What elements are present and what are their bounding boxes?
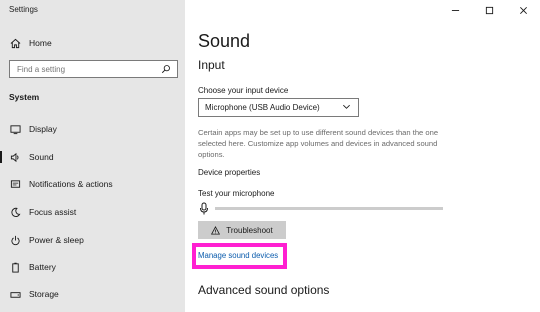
close-icon	[519, 6, 527, 14]
window-controls	[438, 0, 540, 20]
speaker-icon	[9, 151, 21, 163]
microphone-icon	[198, 201, 210, 215]
sidebar: Settings Home System Display Sound	[0, 0, 185, 312]
main-content: Sound Input Choose your input device Mic…	[185, 0, 540, 312]
advanced-sound-options-heading: Advanced sound options	[198, 283, 330, 297]
device-properties-link[interactable]: Device properties	[198, 168, 260, 177]
sidebar-item-label: Notifications & actions	[29, 179, 113, 189]
manage-sound-devices-link[interactable]: Manage sound devices	[198, 251, 278, 260]
sidebar-item-battery[interactable]: Battery	[0, 256, 185, 278]
sidebar-item-label: Focus assist	[29, 207, 77, 217]
search-input[interactable]	[10, 64, 158, 74]
display-icon	[9, 123, 21, 135]
sidebar-item-storage[interactable]: Storage	[0, 283, 185, 305]
sidebar-item-label: Power & sleep	[29, 235, 84, 245]
chevron-down-icon	[342, 102, 351, 113]
minimize-icon	[451, 9, 459, 11]
sidebar-item-label: Home	[29, 38, 52, 48]
warning-icon	[211, 225, 221, 235]
home-icon	[9, 37, 21, 49]
sidebar-item-label: Battery	[29, 262, 56, 272]
minimize-button[interactable]	[438, 0, 472, 20]
sidebar-item-focus-assist[interactable]: Focus assist	[0, 201, 185, 223]
maximize-icon	[485, 6, 493, 14]
sidebar-item-label: Storage	[29, 289, 59, 299]
notifications-icon	[9, 178, 21, 190]
settings-window: Settings Home System Display Sound	[0, 0, 540, 312]
app-title: Settings	[9, 5, 38, 14]
troubleshoot-button[interactable]: Troubleshoot	[198, 221, 286, 239]
maximize-button[interactable]	[472, 0, 506, 20]
search-box[interactable]	[9, 60, 178, 78]
sidebar-item-power-sleep[interactable]: Power & sleep	[0, 229, 185, 251]
power-icon	[9, 234, 21, 246]
microphone-level-meter	[215, 206, 443, 210]
search-icon[interactable]	[158, 61, 174, 77]
moon-icon	[9, 206, 21, 218]
input-heading: Input	[198, 58, 225, 72]
section-label-system: System	[9, 92, 40, 102]
microphone-test-row	[198, 200, 448, 216]
sidebar-item-display[interactable]: Display	[0, 118, 185, 140]
battery-icon	[9, 261, 21, 273]
selected-device-value: Microphone (USB Audio Device)	[205, 103, 320, 112]
test-microphone-label: Test your microphone	[198, 189, 275, 198]
sidebar-item-label: Display	[29, 124, 57, 134]
sidebar-item-notifications[interactable]: Notifications & actions	[0, 173, 185, 195]
storage-icon	[9, 288, 21, 300]
page-title: Sound	[198, 31, 251, 51]
troubleshoot-label: Troubleshoot	[226, 225, 273, 235]
input-description: Certain apps may be set up to use differ…	[198, 128, 439, 159]
sidebar-item-sound[interactable]: Sound	[0, 146, 185, 168]
close-button[interactable]	[506, 0, 540, 20]
sidebar-item-home[interactable]: Home	[0, 32, 185, 54]
sidebar-item-label: Sound	[29, 152, 54, 162]
choose-input-label: Choose your input device	[198, 86, 289, 95]
input-device-dropdown[interactable]: Microphone (USB Audio Device)	[198, 98, 359, 117]
